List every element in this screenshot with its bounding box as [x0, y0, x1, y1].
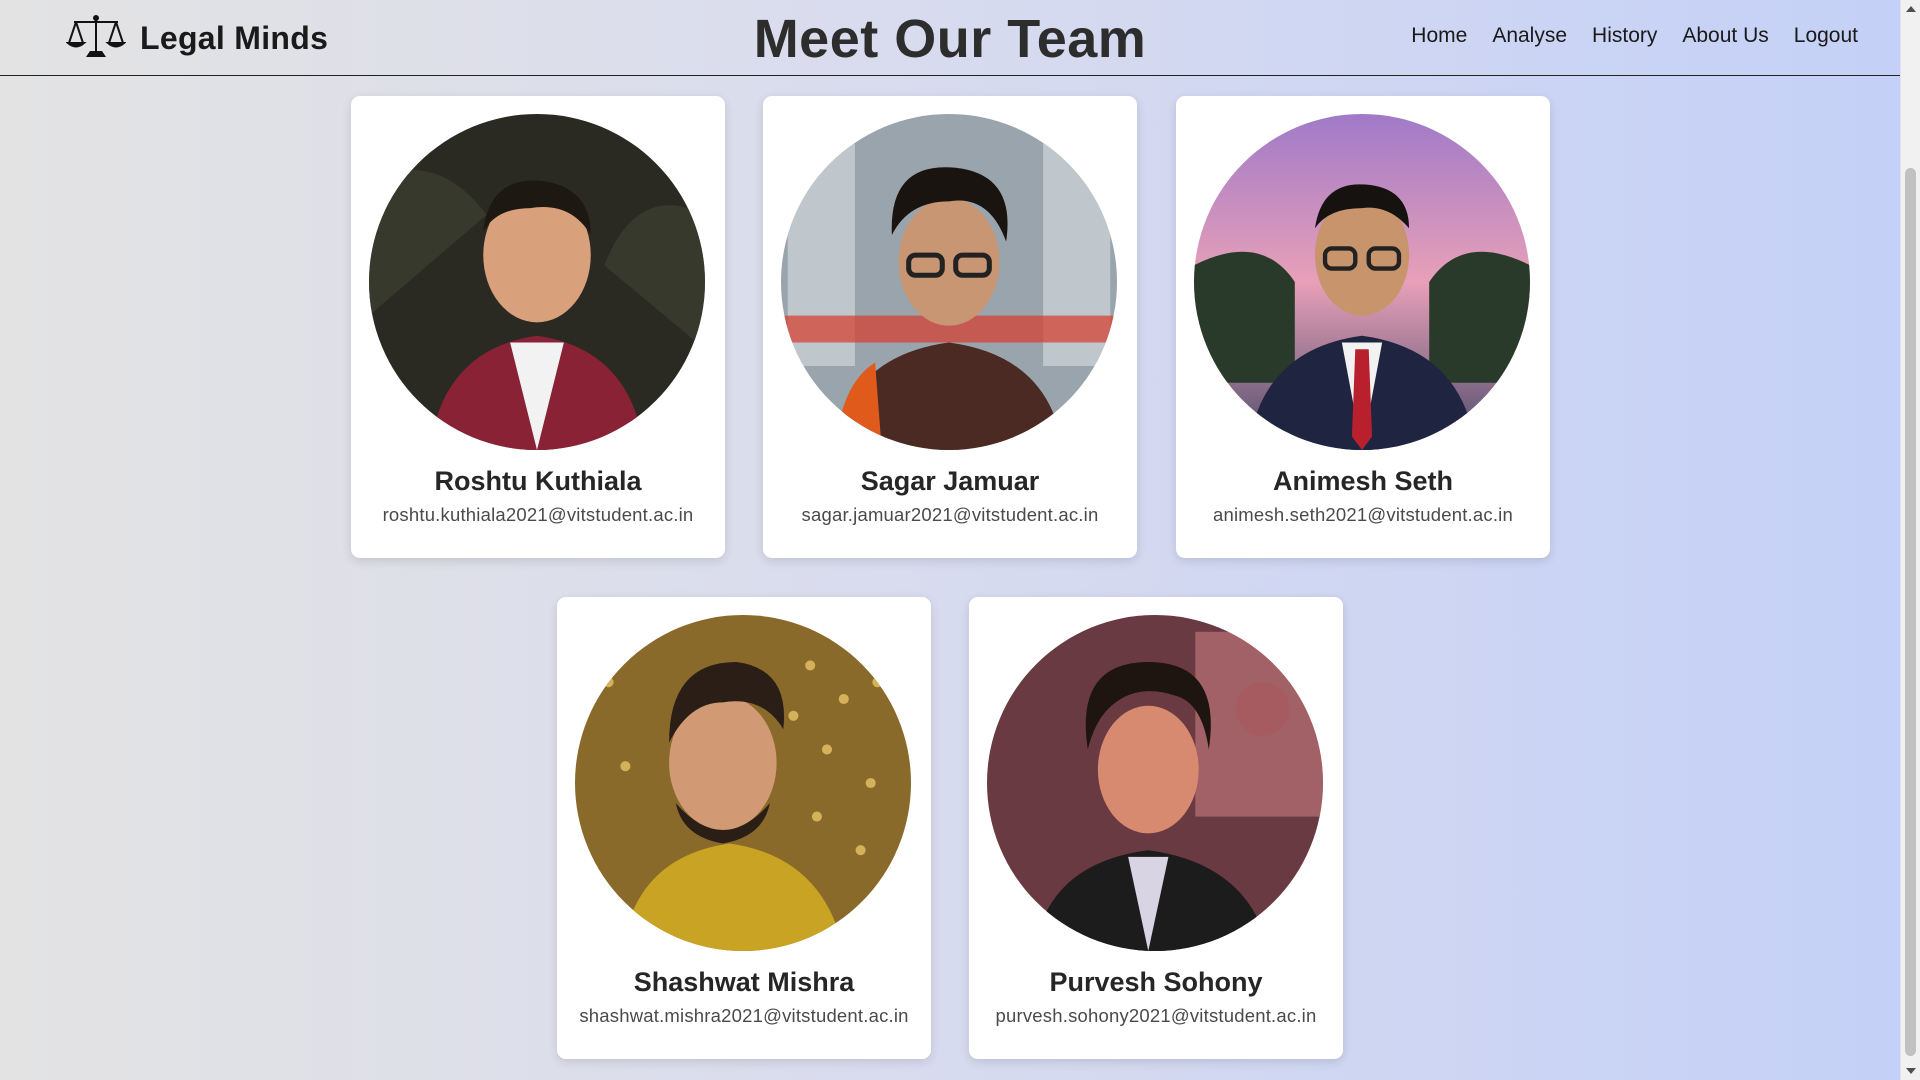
nav-link-logout[interactable]: Logout: [1794, 24, 1858, 48]
member-name: Shashwat Mishra: [633, 967, 855, 997]
nav-menu: Home Analyse History About Us Logout: [1411, 24, 1858, 48]
member-email: purvesh.sohony2021@vitstudent.ac.in: [995, 1005, 1317, 1026]
nav-link-history[interactable]: History: [1592, 24, 1657, 48]
scroll-up-icon[interactable]: [1906, 6, 1916, 12]
member-name: Sagar Jamuar: [860, 466, 1040, 496]
member-photo: [781, 114, 1117, 450]
vertical-scrollbar[interactable]: [1900, 0, 1920, 1080]
team-member-card: Sagar Jamuar sagar.jamuar2021@vitstudent…: [763, 96, 1137, 558]
member-email: shashwat.mishra2021@vitstudent.ac.in: [579, 1005, 909, 1026]
team-member-card: Roshtu Kuthiala roshtu.kuthiala2021@vits…: [351, 96, 725, 558]
member-photo: [575, 615, 911, 951]
navbar: Legal Minds Meet Our Team Home Analyse H…: [0, 0, 1900, 76]
member-name: Animesh Seth: [1272, 466, 1454, 496]
team-member-card: Shashwat Mishra shashwat.mishra2021@vits…: [557, 597, 931, 1059]
team-member-card: Animesh Seth animesh.seth2021@vitstudent…: [1176, 96, 1550, 558]
nav-link-about-us[interactable]: About Us: [1682, 24, 1768, 48]
member-email: roshtu.kuthiala2021@vitstudent.ac.in: [382, 504, 694, 525]
scrollbar-thumb[interactable]: [1905, 168, 1916, 1056]
member-name: Purvesh Sohony: [1049, 967, 1263, 997]
member-name: Roshtu Kuthiala: [434, 466, 642, 496]
scroll-down-icon[interactable]: [1906, 1068, 1916, 1074]
member-photo: [369, 114, 705, 450]
nav-link-home[interactable]: Home: [1411, 24, 1467, 48]
member-email: animesh.seth2021@vitstudent.ac.in: [1213, 504, 1513, 525]
member-email: sagar.jamuar2021@vitstudent.ac.in: [801, 504, 1099, 525]
nav-link-analyse[interactable]: Analyse: [1492, 24, 1567, 48]
member-photo: [987, 615, 1323, 951]
member-photo: [1194, 114, 1530, 450]
team-member-card: Purvesh Sohony purvesh.sohony2021@vitstu…: [969, 597, 1343, 1059]
